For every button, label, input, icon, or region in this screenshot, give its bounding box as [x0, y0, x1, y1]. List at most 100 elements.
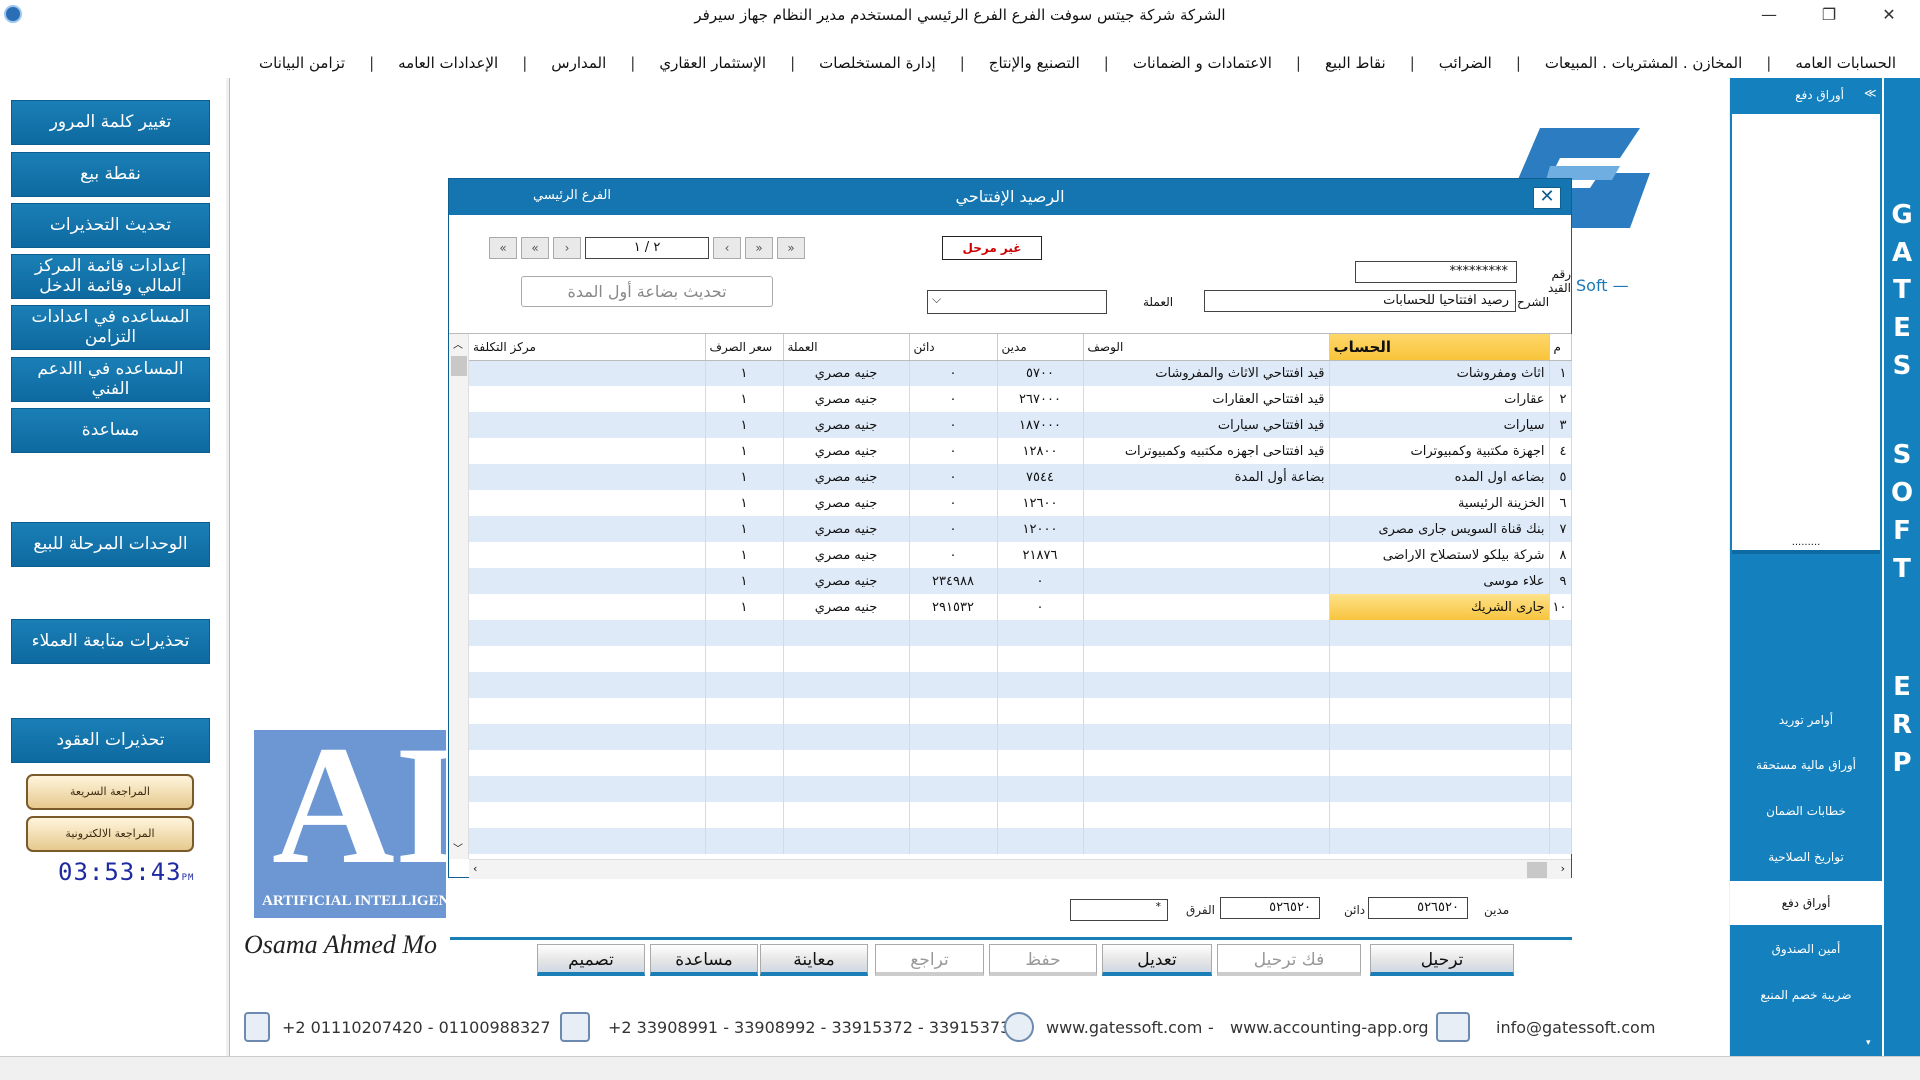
cell-empty[interactable] — [705, 646, 784, 672]
table-row[interactable]: ٢ عقارات قيد افتتاحي العقارات ٢٦٧٠٠٠ ٠ جنيه م… — [469, 386, 1572, 412]
cell-empty[interactable] — [1329, 724, 1550, 750]
cell-empty[interactable] — [705, 724, 784, 750]
cell-currency[interactable]: جنيه مصري — [783, 438, 910, 464]
table-row[interactable]: ٧ بنك قناة السويس جارى مصرى ١٢٠٠٠ ٠ جنيه مصر… — [469, 516, 1572, 542]
cell-currency[interactable]: جنيه مصري — [783, 412, 910, 438]
table-row[interactable]: ٤ اجهزة مكتبية وكمبيوترات قيد افتتاحى اجهز… — [469, 438, 1572, 464]
cell-empty[interactable] — [783, 620, 910, 646]
cell-empty[interactable] — [997, 646, 1084, 672]
cell-empty[interactable] — [1549, 620, 1572, 646]
cell-rate[interactable]: ١ — [705, 438, 784, 464]
pager-next-button[interactable]: ‹ — [713, 237, 741, 259]
cell-account[interactable]: اجهزة مكتبية وكمبيوترات — [1329, 438, 1550, 464]
pager-prev-button[interactable]: › — [553, 237, 581, 259]
electronic-review-button[interactable]: المراجعة الالكترونية — [26, 816, 194, 852]
restore-button[interactable]: ❐ — [1806, 2, 1852, 28]
col-header-exchange-rate[interactable]: سعر الصرف — [705, 334, 784, 361]
cell-desc[interactable] — [1083, 490, 1330, 516]
dialog-close-button[interactable]: ✕ — [1533, 187, 1561, 209]
cell-cost[interactable] — [469, 490, 706, 516]
cell-account[interactable]: شركة بيلكو لاستصلاح الاراضى — [1329, 542, 1550, 568]
scroll-thumb[interactable] — [451, 356, 467, 376]
cell-currency[interactable]: جنيه مصري — [783, 490, 910, 516]
cell-account[interactable]: اثاث ومفروشات — [1329, 360, 1550, 386]
sidebar-item-withholding-tax[interactable]: ضريبة خصم المنبع — [1730, 973, 1882, 1017]
customer-alerts-button[interactable]: تحذيرات متابعة العملاء — [11, 619, 210, 664]
cell-desc[interactable]: بضاعة أول المدة — [1083, 464, 1330, 490]
cell-n[interactable]: ١ — [1549, 360, 1572, 386]
cell-rate[interactable]: ١ — [705, 516, 784, 542]
cell-empty[interactable] — [783, 698, 910, 724]
cell-cost[interactable] — [469, 464, 706, 490]
cell-cost[interactable] — [469, 386, 706, 412]
cell-empty[interactable] — [469, 802, 706, 828]
close-window-button[interactable]: ✕ — [1866, 2, 1912, 28]
cell-account[interactable]: عقارات — [1329, 386, 1550, 412]
cell-empty[interactable] — [1549, 724, 1572, 750]
cell-credit[interactable]: ٠ — [909, 542, 998, 568]
financial-statements-settings-button[interactable]: إعدادات قائمة المركز المالي وقائمة الدخل — [11, 254, 210, 299]
cell-account[interactable]: بضاعه اول المده — [1329, 464, 1550, 490]
cell-empty[interactable] — [469, 776, 706, 802]
collapse-icon[interactable]: ≪ — [1864, 86, 1877, 100]
change-password-button[interactable]: تغيير كلمة المرور — [11, 100, 210, 145]
cell-currency[interactable]: جنيه مصري — [783, 386, 910, 412]
cell-empty[interactable] — [705, 750, 784, 776]
email-link[interactable]: info@gatessoft.com — [1496, 1018, 1655, 1037]
cell-empty[interactable] — [1549, 802, 1572, 828]
cell-empty[interactable] — [469, 828, 706, 854]
table-row[interactable] — [469, 646, 1572, 672]
cell-n[interactable]: ٧ — [1549, 516, 1572, 542]
table-row[interactable]: ١ اثاث ومفروشات قيد افتتاحي الاثاث والمفرو… — [469, 360, 1572, 386]
cell-credit[interactable]: ٠ — [909, 360, 998, 386]
cell-account[interactable]: علاء موسى — [1329, 568, 1550, 594]
cell-debit[interactable]: ١٢٠٠٠ — [997, 516, 1084, 542]
cell-currency[interactable]: جنيه مصري — [783, 594, 910, 620]
cell-credit[interactable]: ٢٩١٥٣٢ — [909, 594, 998, 620]
table-row[interactable]: ٦ الخزينة الرئيسية ١٢٦٠٠ ٠ جنيه مصري ١ — [469, 490, 1572, 516]
cell-empty[interactable] — [705, 802, 784, 828]
website2-link[interactable]: www.accounting-app.org — [1230, 1018, 1429, 1037]
cell-empty[interactable] — [1549, 672, 1572, 698]
cell-account[interactable]: بنك قناة السويس جارى مصرى — [1329, 516, 1550, 542]
cell-empty[interactable] — [909, 698, 998, 724]
cell-desc[interactable]: قيد افتتاحي العقارات — [1083, 386, 1330, 412]
cell-empty[interactable] — [705, 672, 784, 698]
cell-empty[interactable] — [997, 698, 1084, 724]
cell-debit[interactable]: ١٢٦٠٠ — [997, 490, 1084, 516]
sidebar-item-cashier[interactable]: أمين الصندوق — [1730, 927, 1882, 971]
cell-empty[interactable] — [1329, 646, 1550, 672]
cell-empty[interactable] — [997, 776, 1084, 802]
cell-rate[interactable]: ١ — [705, 542, 784, 568]
cell-empty[interactable] — [1083, 698, 1330, 724]
table-row[interactable] — [469, 828, 1572, 854]
scroll-down-icon[interactable]: ﹀ — [453, 840, 463, 855]
cell-rate[interactable]: ١ — [705, 568, 784, 594]
sidebar-item-purchase-orders[interactable]: أوامر توريد — [1730, 698, 1882, 742]
col-header-credit[interactable]: دائن — [909, 334, 998, 361]
cell-credit[interactable]: ٠ — [909, 386, 998, 412]
cell-empty[interactable] — [783, 672, 910, 698]
description-field[interactable]: رصيد افتتاحيا للحسابات — [1204, 290, 1516, 312]
help-action-button[interactable]: مساعدة — [650, 944, 758, 976]
cell-rate[interactable]: ١ — [705, 464, 784, 490]
cell-empty[interactable] — [469, 672, 706, 698]
sidebar-item-due-papers[interactable]: أوراق مالية مستحقة — [1730, 743, 1882, 787]
cell-empty[interactable] — [909, 672, 998, 698]
table-row[interactable]: ٣ سيارات قيد افتتاحي سيارات ١٨٧٠٠٠ ٠ جنيه مصر… — [469, 412, 1572, 438]
cell-empty[interactable] — [783, 802, 910, 828]
horizontal-scrollbar[interactable]: ‹ › — [469, 859, 1571, 879]
cell-empty[interactable] — [1083, 724, 1330, 750]
table-row[interactable] — [469, 698, 1572, 724]
cell-empty[interactable] — [783, 646, 910, 672]
scroll-right-icon[interactable]: › — [1561, 862, 1565, 875]
cell-empty[interactable] — [1329, 698, 1550, 724]
sidebar-item-payment-papers[interactable]: أوراق دفع — [1730, 881, 1882, 925]
cell-empty[interactable] — [997, 750, 1084, 776]
cell-cost[interactable] — [469, 360, 706, 386]
cell-debit[interactable]: ٢٦٧٠٠٠ — [997, 386, 1084, 412]
table-row[interactable] — [469, 724, 1572, 750]
cell-currency[interactable]: جنيه مصري — [783, 464, 910, 490]
cell-rate[interactable]: ١ — [705, 412, 784, 438]
col-header-currency[interactable]: العملة — [783, 334, 910, 361]
